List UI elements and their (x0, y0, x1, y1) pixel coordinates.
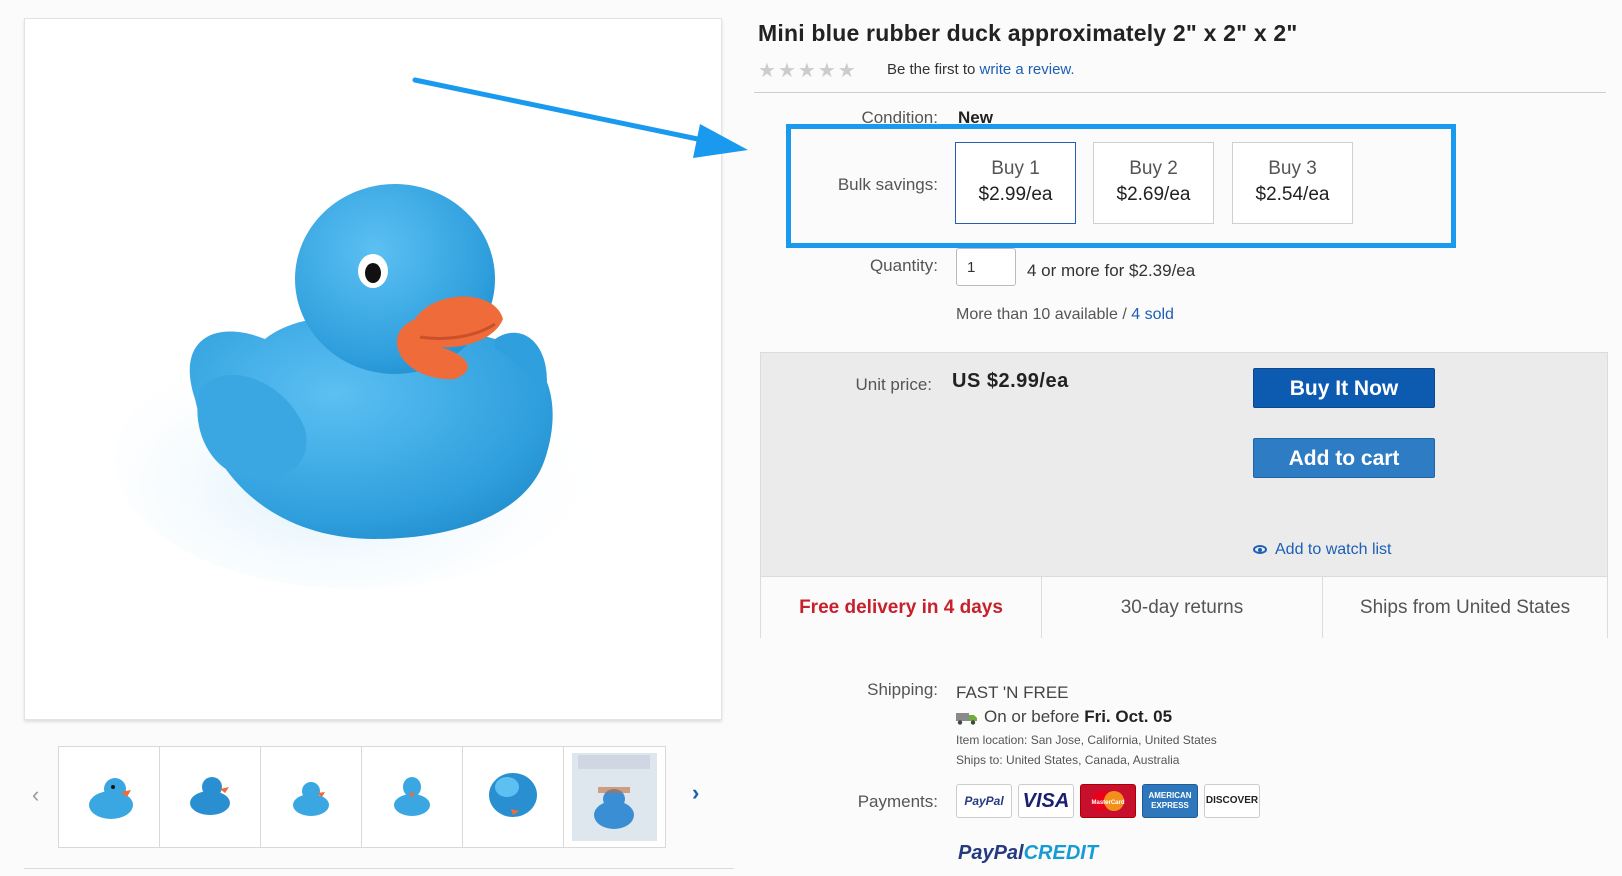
quantity-label: Quantity: (869, 256, 938, 275)
chevron-right-icon[interactable]: › (692, 780, 699, 806)
paypal-credit-logo: PayPalCREDIT (958, 842, 1099, 864)
shipping-method: FAST 'N FREE (956, 683, 1069, 702)
review-prompt: Be the first to write a review. (887, 61, 1075, 78)
product-page: ‹ › Mini blue rubber duck approximately … (0, 0, 1622, 876)
main-product-image[interactable] (24, 18, 722, 720)
visa-logo: VISA (1018, 784, 1074, 818)
rubber-duck-image (115, 184, 595, 589)
thumbnail-2[interactable] (159, 746, 262, 848)
discover-logo: DISCOVER (1204, 784, 1260, 818)
star-icon: ★ (817, 60, 836, 82)
delivery-date-prefix: On or before (984, 707, 1080, 726)
thumbnail-5[interactable] (462, 746, 565, 848)
star-icon: ★ (777, 60, 796, 82)
watch-list-label: Add to watch list (1275, 541, 1392, 558)
returns-policy: 30-day returns (1120, 597, 1244, 618)
star-icon: ★ (758, 60, 776, 82)
divider (24, 868, 734, 869)
unit-price-label: Unit price: (855, 375, 932, 394)
product-title: Mini blue rubber duck approximately 2" x… (758, 20, 1298, 46)
thumbnail-4[interactable] (361, 746, 464, 848)
ships-from: Ships from United States (1359, 597, 1571, 618)
item-location: Item location: San Jose, California, Uni… (956, 733, 1217, 747)
divider (754, 92, 1606, 93)
availability-text: More than 10 available / (956, 306, 1127, 323)
ships-to: Ships to: United States, Canada, Austral… (956, 753, 1180, 767)
review-prefix: Be the first to (887, 61, 976, 78)
add-to-cart-button[interactable]: Add to cart (1253, 438, 1435, 478)
quantity-input[interactable]: 1 (956, 248, 1016, 286)
paypal-logo: PayPal (956, 784, 1012, 818)
mastercard-logo: MasterCard (1080, 784, 1136, 818)
chevron-left-icon[interactable]: ‹ (32, 782, 39, 808)
delivery-date-value: Fri. Oct. 05 (1084, 707, 1173, 726)
thumbnail-1[interactable] (58, 746, 161, 848)
sold-count-link[interactable]: 4 sold (1131, 306, 1174, 323)
rating-stars: ★ ★ ★ ★ ★ (758, 58, 858, 82)
thumbnail-3[interactable] (260, 746, 363, 848)
highlight-box (786, 124, 1456, 248)
delivery-date: On or before Fri. Oct. 05 (956, 707, 1172, 727)
quantity-discount-note: 4 or more for $2.39/ea (1027, 261, 1196, 280)
free-delivery: Free delivery in 4 days (799, 597, 1003, 618)
star-icon: ★ (837, 60, 856, 82)
features-row: Free delivery in 4 days 30-day returns S… (761, 576, 1607, 638)
truck-icon (956, 712, 977, 725)
payments-label: Payments: (857, 792, 938, 811)
unit-price-value: US $2.99/ea (952, 370, 1069, 392)
add-to-watch-list-link[interactable]: Add to watch list (1253, 541, 1392, 559)
star-icon: ★ (797, 60, 816, 82)
buy-it-now-button[interactable]: Buy It Now (1253, 368, 1435, 408)
thumbnail-strip: ‹ › (24, 742, 714, 854)
shipping-label: Shipping: (867, 680, 938, 699)
write-review-link[interactable]: write a review. (980, 61, 1075, 78)
eye-icon (1253, 545, 1267, 555)
svg-text:MasterCard: MasterCard (1091, 800, 1124, 806)
availability: More than 10 available / 4 sold (956, 306, 1174, 324)
amex-logo: AMERICAN EXPRESS (1142, 784, 1198, 818)
thumbnail-6-package[interactable] (563, 746, 666, 848)
